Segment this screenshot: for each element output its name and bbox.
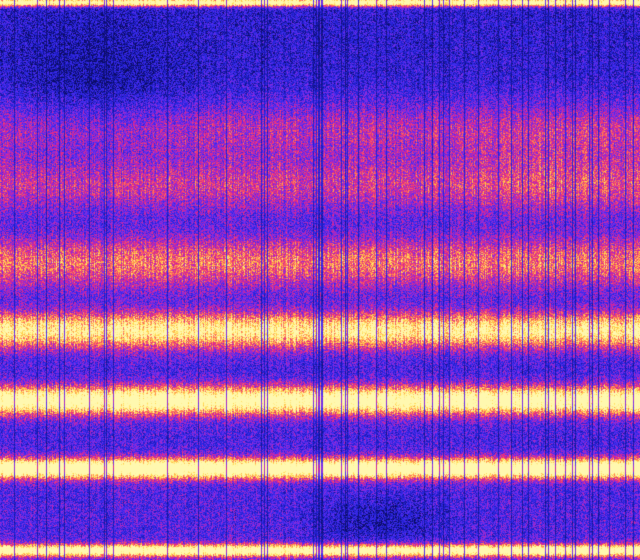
spectrogram-canvas bbox=[0, 0, 640, 560]
spectrogram-viewport bbox=[0, 0, 640, 560]
